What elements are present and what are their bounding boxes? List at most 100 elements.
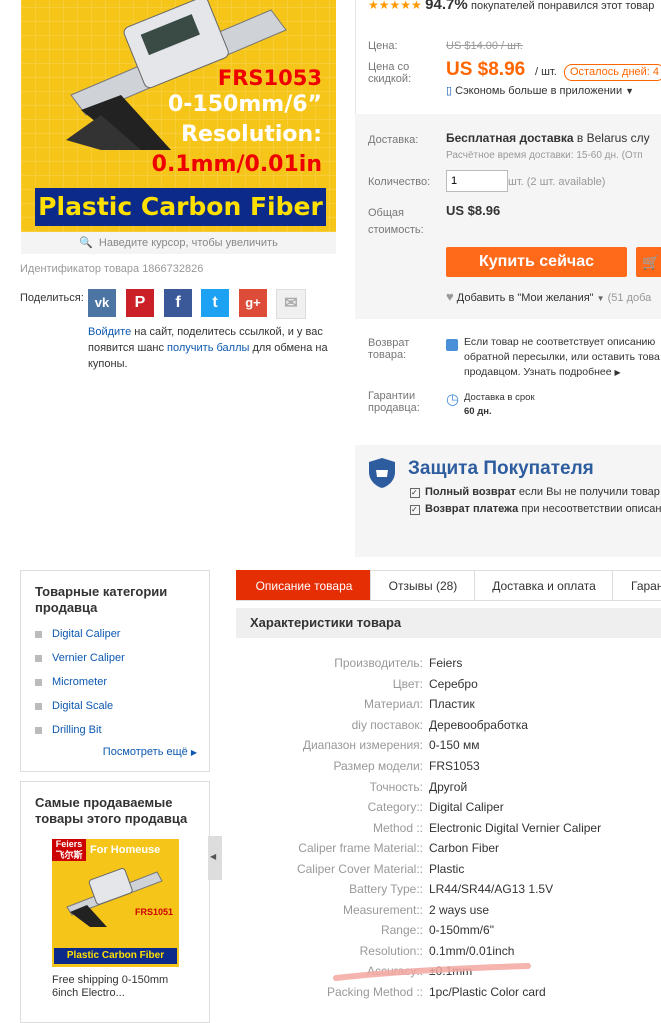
- share-promo: Войдите на сайт, поделитесь ссылкой, и у…: [88, 324, 336, 372]
- spec-value: Серебро: [429, 677, 478, 691]
- spec-key: Производитель:: [334, 656, 423, 670]
- spec-value: Feiers: [429, 656, 463, 670]
- spec-value: Другой: [429, 780, 468, 794]
- spec-value: FRS1053: [429, 759, 480, 773]
- spec-row: diy поставок: Деревообработка: [236, 718, 661, 738]
- spec-key: Range::: [380, 923, 423, 937]
- pinterest-icon[interactable]: P: [126, 289, 154, 317]
- spec-key: Точность:: [369, 780, 423, 794]
- cart-icon: 🛒: [642, 254, 660, 270]
- category-item[interactable]: Digital Scale: [35, 700, 113, 712]
- shipping-label: Доставка:: [368, 134, 419, 146]
- price-unit: / шт.: [535, 66, 557, 78]
- spec-row: Caliper frame Material:: Carbon Fiber: [236, 841, 661, 861]
- wishlist-count: (51 доба: [607, 292, 652, 304]
- thumb-model: FRS1051: [134, 907, 173, 917]
- category-item[interactable]: Digital Caliper: [35, 628, 120, 640]
- seller-categories: Товарные категории продавца Digital Cali…: [20, 570, 210, 772]
- delivery-time: Расчётное время доставки: 15-60 дн. (Отп: [446, 150, 643, 161]
- spec-row: Measurement:: 2 ways use: [236, 903, 661, 923]
- google-plus-icon[interactable]: g+: [239, 289, 267, 317]
- chevron-down-icon: ▼: [625, 86, 635, 96]
- tab-description[interactable]: Описание товара: [236, 570, 372, 601]
- vk-icon[interactable]: vk: [88, 289, 116, 317]
- facebook-icon[interactable]: f: [164, 289, 192, 317]
- brand-name-cn: 飞尔斯: [55, 850, 83, 860]
- thumb-banner: Plastic Carbon Fiber: [54, 948, 177, 964]
- wishlist-text: Добавить в "Мои желания": [456, 292, 594, 304]
- quantity-available: шт. (2 шт. available): [508, 176, 606, 188]
- spec-value: LR44/SR44/AG13 1.5V: [429, 882, 554, 896]
- new-price: US $8.96: [446, 59, 526, 80]
- spec-value: 2 ways use: [429, 903, 490, 917]
- protection-item-2: ✓ Возврат платежа при несоответствии опис…: [410, 503, 661, 515]
- see-more-text: Посмотреть ещё: [102, 746, 188, 758]
- see-more-link[interactable]: Посмотреть ещё ▶: [103, 746, 197, 758]
- spec-key: Caliper frame Material::: [298, 841, 423, 855]
- spec-row: Диапазон измерения: 0-150 мм: [236, 738, 661, 758]
- spec-key: Battery Type::: [349, 882, 423, 896]
- product-image[interactable]: FRS1053 0-150mm/6” Resolution: 0.1mm/0.0…: [21, 0, 336, 232]
- quantity-input[interactable]: [446, 170, 508, 192]
- spec-row: Packing Method :: 1pc/Plastic Color card: [236, 985, 661, 1005]
- guarantee-text: Доставка в срок: [464, 392, 535, 403]
- spec-value: 0.1mm/0.01inch: [429, 944, 515, 958]
- category-label: Vernier Caliper: [52, 652, 125, 664]
- protection-title: Защита Покупателя: [408, 458, 594, 479]
- spec-row: Точность: Другой: [236, 780, 661, 800]
- spec-row: Category:: Digital Caliper: [236, 800, 661, 820]
- email-icon[interactable]: ✉: [276, 289, 306, 319]
- chevron-down-icon: ▼: [596, 294, 605, 303]
- category-label: Digital Caliper: [52, 628, 121, 640]
- bestseller-image[interactable]: Feiers 飞尔斯 For Homeuse FRS1051 Plastic C…: [52, 839, 179, 967]
- image-resolution-label: Resolution:: [181, 122, 322, 147]
- tab-guarantee[interactable]: Гаран: [612, 570, 661, 600]
- wishlist-row[interactable]: ♥ Добавить в "Мои желания" ▼ (51 доба: [446, 289, 651, 304]
- buy-now-button[interactable]: Купить сейчас: [446, 247, 627, 277]
- specs-header: Характеристики товара: [236, 608, 661, 638]
- homeuse-tag: For Homeuse: [90, 844, 161, 856]
- tab-reviews[interactable]: Отзывы (28): [370, 570, 476, 601]
- bullet-icon: [35, 630, 42, 638]
- category-label: Digital Scale: [52, 700, 114, 712]
- payment-refund-text: при несоответствии описан: [518, 503, 661, 515]
- category-item[interactable]: Micrometer: [35, 676, 107, 688]
- guarantee-days: 60 дн.: [464, 406, 492, 417]
- spec-value: Пластик: [429, 697, 475, 711]
- category-label: Drilling Bit: [52, 724, 102, 736]
- twitter-icon[interactable]: t: [201, 289, 229, 317]
- tab-shipping-payment[interactable]: Доставка и оплата: [474, 570, 614, 601]
- free-shipping: Бесплатная доставка: [446, 131, 574, 145]
- spec-value: Electronic Digital Vernier Caliper: [429, 821, 602, 835]
- full-refund-text: если Вы не получили товар: [515, 486, 660, 498]
- return-icon: [446, 339, 458, 351]
- bestseller-title[interactable]: Free shipping 0-150mm 6inch Electro...: [52, 974, 192, 1000]
- returns-label: Возврат товара:: [368, 337, 410, 361]
- spec-row: Производитель: Feiers: [236, 656, 661, 676]
- collapse-handle[interactable]: ◀: [208, 836, 222, 880]
- image-range: 0-150mm/6”: [167, 92, 322, 117]
- zoom-hint-text: Наведите курсор, чтобы увеличить: [98, 237, 278, 249]
- protection-item-1: ✓ Полный возврат если Вы не получили това…: [410, 486, 660, 498]
- returns-description: Если товар не соответствует описанию обр…: [464, 336, 660, 378]
- guarantee-label: Гарантии продавца:: [368, 390, 420, 414]
- spec-key: Цвет:: [392, 677, 423, 691]
- discount-label: Цена со скидкой:: [368, 61, 412, 85]
- points-link[interactable]: получить баллы: [167, 342, 249, 354]
- login-link[interactable]: Войдите: [88, 326, 131, 338]
- bullet-icon: [35, 678, 42, 686]
- category-item[interactable]: Vernier Caliper: [35, 652, 125, 664]
- spec-key: Материал:: [364, 697, 423, 711]
- spec-value: Plastic: [429, 862, 465, 876]
- highlight-annotation: [333, 963, 531, 981]
- total-label: Общая стоимость:: [368, 207, 424, 236]
- spec-value: 0-150 мм: [429, 738, 480, 752]
- app-saving[interactable]: ▯ Сэкономь больше в приложении ▼: [446, 84, 634, 97]
- bullet-icon: [35, 702, 42, 710]
- add-to-cart-button[interactable]: 🛒: [636, 247, 661, 277]
- days-left-badge: Осталось дней: 4: [564, 64, 661, 81]
- clock-icon: ◷: [446, 391, 460, 408]
- category-item[interactable]: Drilling Bit: [35, 724, 102, 736]
- spec-row: Цвет: Серебро: [236, 677, 661, 697]
- shield-icon: [369, 458, 395, 488]
